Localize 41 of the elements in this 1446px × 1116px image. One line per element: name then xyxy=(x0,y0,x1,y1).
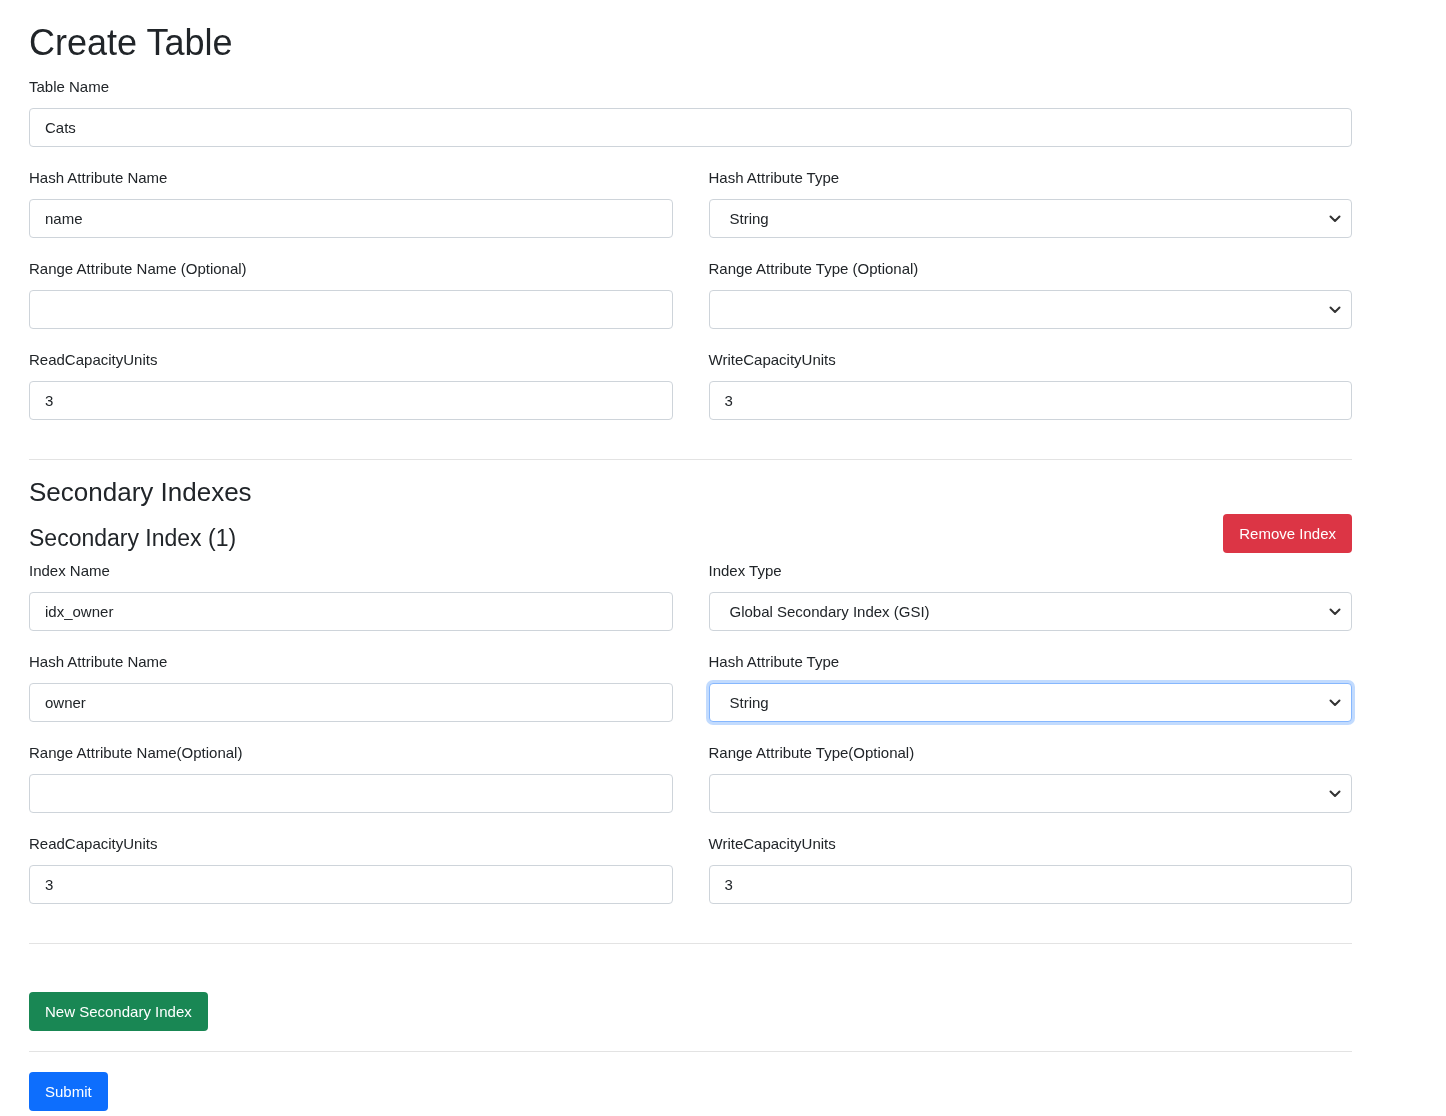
text-field[interactable]: name xyxy=(29,199,673,238)
text-field[interactable]: idx_owner xyxy=(29,592,673,631)
chevron-down-icon xyxy=(1329,214,1341,223)
text-field[interactable]: 3 xyxy=(29,865,673,904)
field-label: WriteCapacityUnits xyxy=(708,350,837,370)
chevron-down-icon xyxy=(1329,607,1341,616)
text-field[interactable] xyxy=(29,290,673,329)
index-heading: Secondary Index (1) xyxy=(29,524,237,553)
field-label: ReadCapacityUnits xyxy=(29,834,159,854)
text-field[interactable] xyxy=(29,774,673,813)
field-label: WriteCapacityUnits xyxy=(708,834,837,854)
field-label: Range Attribute Type(Optional) xyxy=(708,743,916,763)
chevron-down-icon xyxy=(1329,305,1341,314)
section-heading: Secondary Indexes xyxy=(29,476,253,508)
field-label: ReadCapacityUnits xyxy=(29,350,159,370)
text-field[interactable]: owner xyxy=(29,683,673,722)
chevron-down-icon xyxy=(1329,789,1341,798)
text-field[interactable]: 3 xyxy=(29,381,673,420)
field-label: Range Attribute Name (Optional) xyxy=(29,259,248,279)
chevron-down-icon xyxy=(1329,698,1341,707)
text-field[interactable]: Cats xyxy=(29,108,1352,147)
field-label: Hash Attribute Name xyxy=(29,168,169,188)
field-label: Range Attribute Name(Optional) xyxy=(29,743,244,763)
text-field[interactable]: 3 xyxy=(708,865,1352,904)
select-dropdown[interactable]: String xyxy=(708,199,1352,238)
field-label: Table Name xyxy=(29,77,111,97)
text-field[interactable]: 3 xyxy=(708,381,1352,420)
field-label: Range Attribute Type (Optional) xyxy=(708,259,920,279)
remove-index-button[interactable]: Remove Index xyxy=(1223,514,1352,553)
select-dropdown[interactable] xyxy=(708,290,1352,329)
new-secondary-index-button[interactable]: New Secondary Index xyxy=(29,992,208,1031)
select-dropdown[interactable] xyxy=(708,774,1352,813)
field-label: Index Name xyxy=(29,561,111,581)
select-dropdown[interactable]: Global Secondary Index (GSI) xyxy=(708,592,1352,631)
page-title: Create Table xyxy=(29,21,234,65)
field-label: Hash Attribute Type xyxy=(708,168,841,188)
field-label: Hash Attribute Type xyxy=(708,652,841,672)
select-dropdown[interactable]: String xyxy=(708,683,1352,722)
field-label: Index Type xyxy=(708,561,783,581)
field-label: Hash Attribute Name xyxy=(29,652,169,672)
submit-button[interactable]: Submit xyxy=(29,1072,108,1111)
